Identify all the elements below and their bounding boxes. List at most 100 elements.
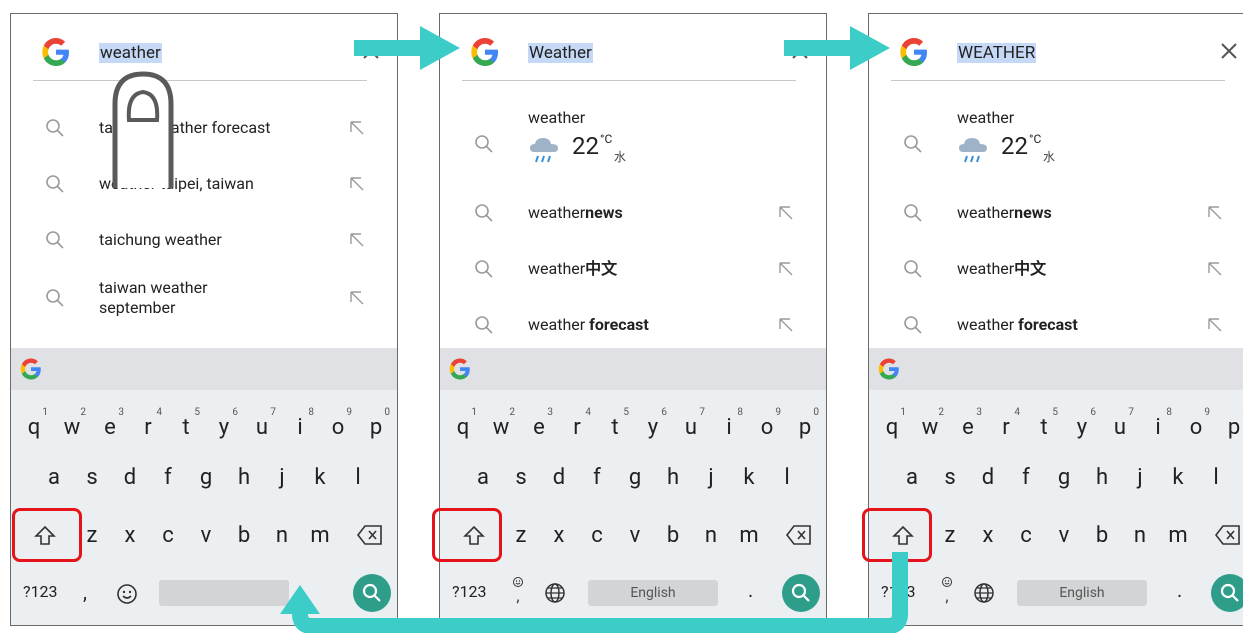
key-r[interactable]: r4 <box>129 404 167 452</box>
key-y[interactable]: y6 <box>634 404 672 452</box>
key-n[interactable]: n <box>263 512 301 560</box>
search-bar[interactable]: WEATHER <box>869 14 1243 86</box>
emoji-comma-key[interactable]: , <box>939 576 955 606</box>
search-query[interactable]: Weather <box>528 42 593 64</box>
key-n[interactable]: n <box>692 512 730 560</box>
space-key[interactable]: English <box>588 580 718 606</box>
key-w[interactable]: w2 <box>53 404 91 452</box>
suggestion-row[interactable]: taiwan weather september <box>11 270 397 326</box>
key-c[interactable]: c <box>149 512 187 560</box>
key-x[interactable]: x <box>111 512 149 560</box>
emoji-comma-key[interactable]: , <box>510 576 526 606</box>
search-query[interactable]: WEATHER <box>957 42 1037 64</box>
insert-arrow-icon[interactable] <box>1207 261 1223 277</box>
key-n[interactable]: n <box>1121 512 1159 560</box>
key-j[interactable]: j <box>263 454 301 502</box>
key-s[interactable]: s <box>502 454 540 502</box>
key-p[interactable]: p0 <box>1215 404 1243 452</box>
period-key[interactable]: . <box>1177 578 1182 602</box>
google-g-icon[interactable] <box>448 357 472 381</box>
key-e[interactable]: e3 <box>91 404 129 452</box>
key-i[interactable]: i8 <box>1139 404 1177 452</box>
key-z[interactable]: z <box>931 512 969 560</box>
key-k[interactable]: k <box>301 454 339 502</box>
weather-card[interactable]: weather 22°C 水 <box>869 106 1243 186</box>
symbols-key[interactable]: ?123 <box>23 582 58 601</box>
key-d[interactable]: d <box>969 454 1007 502</box>
google-g-icon[interactable] <box>19 357 43 381</box>
key-v[interactable]: v <box>616 512 654 560</box>
key-e[interactable]: e3 <box>949 404 987 452</box>
suggestion-row[interactable]: weather中文 <box>869 241 1243 297</box>
key-l[interactable]: l <box>339 454 377 502</box>
key-w[interactable]: w2 <box>911 404 949 452</box>
symbols-key[interactable]: ?123 <box>881 582 916 601</box>
key-x[interactable]: x <box>540 512 578 560</box>
insert-arrow-icon[interactable] <box>778 261 794 277</box>
key-l[interactable]: l <box>1197 454 1235 502</box>
key-u[interactable]: u7 <box>243 404 281 452</box>
key-j[interactable]: j <box>1121 454 1159 502</box>
backspace-icon[interactable] <box>357 524 383 546</box>
key-c[interactable]: c <box>1007 512 1045 560</box>
space-key[interactable]: English <box>1017 580 1147 606</box>
key-v[interactable]: v <box>187 512 225 560</box>
key-a[interactable]: a <box>464 454 502 502</box>
key-y[interactable]: y6 <box>205 404 243 452</box>
key-v[interactable]: v <box>1045 512 1083 560</box>
suggestion-row[interactable]: taichung weather <box>11 212 397 268</box>
key-o[interactable]: o9 <box>319 404 357 452</box>
symbols-key[interactable]: ?123 <box>452 582 487 601</box>
insert-arrow-icon[interactable] <box>349 176 365 192</box>
key-t[interactable]: t5 <box>596 404 634 452</box>
key-g[interactable]: g <box>616 454 654 502</box>
key-u[interactable]: u7 <box>672 404 710 452</box>
search-bar[interactable]: weather <box>11 14 397 86</box>
key-d[interactable]: d <box>111 454 149 502</box>
insert-arrow-icon[interactable] <box>1207 317 1223 333</box>
key-f[interactable]: f <box>1007 454 1045 502</box>
globe-icon[interactable] <box>973 582 995 604</box>
key-o[interactable]: o9 <box>748 404 786 452</box>
backspace-icon[interactable] <box>1215 524 1241 546</box>
key-t[interactable]: t5 <box>167 404 205 452</box>
key-r[interactable]: r4 <box>987 404 1025 452</box>
key-g[interactable]: g <box>1045 454 1083 502</box>
suggestion-row[interactable]: weathernews <box>869 185 1243 241</box>
key-d[interactable]: d <box>540 454 578 502</box>
key-p[interactable]: p0 <box>357 404 395 452</box>
insert-arrow-icon[interactable] <box>349 120 365 136</box>
insert-arrow-icon[interactable] <box>349 290 365 306</box>
key-j[interactable]: j <box>692 454 730 502</box>
key-g[interactable]: g <box>187 454 225 502</box>
key-z[interactable]: z <box>502 512 540 560</box>
key-o[interactable]: o9 <box>1177 404 1215 452</box>
key-b[interactable]: b <box>225 512 263 560</box>
close-icon[interactable] <box>788 39 812 63</box>
insert-arrow-icon[interactable] <box>1207 205 1223 221</box>
suggestion-row[interactable]: weather中文 <box>440 241 826 297</box>
key-h[interactable]: h <box>654 454 692 502</box>
google-g-icon[interactable] <box>877 357 901 381</box>
insert-arrow-icon[interactable] <box>349 232 365 248</box>
key-f[interactable]: f <box>578 454 616 502</box>
key-r[interactable]: r4 <box>558 404 596 452</box>
key-i[interactable]: i8 <box>281 404 319 452</box>
suggestion-row[interactable]: taiwan weather forecast <box>11 100 397 156</box>
key-k[interactable]: k <box>730 454 768 502</box>
comma-key[interactable]: , <box>83 580 87 604</box>
suggestion-row[interactable]: weather forecast <box>869 297 1243 353</box>
key-a[interactable]: a <box>893 454 931 502</box>
key-x[interactable]: x <box>969 512 1007 560</box>
search-key[interactable] <box>782 574 820 612</box>
suggestion-row[interactable]: weather forecast <box>440 297 826 353</box>
key-p[interactable]: p0 <box>786 404 824 452</box>
backspace-icon[interactable] <box>786 524 812 546</box>
period-key[interactable]: . <box>748 578 753 602</box>
key-f[interactable]: f <box>149 454 187 502</box>
key-q[interactable]: q1 <box>444 404 482 452</box>
key-i[interactable]: i8 <box>710 404 748 452</box>
space-key[interactable] <box>159 580 289 606</box>
insert-arrow-icon[interactable] <box>778 205 794 221</box>
key-h[interactable]: h <box>225 454 263 502</box>
